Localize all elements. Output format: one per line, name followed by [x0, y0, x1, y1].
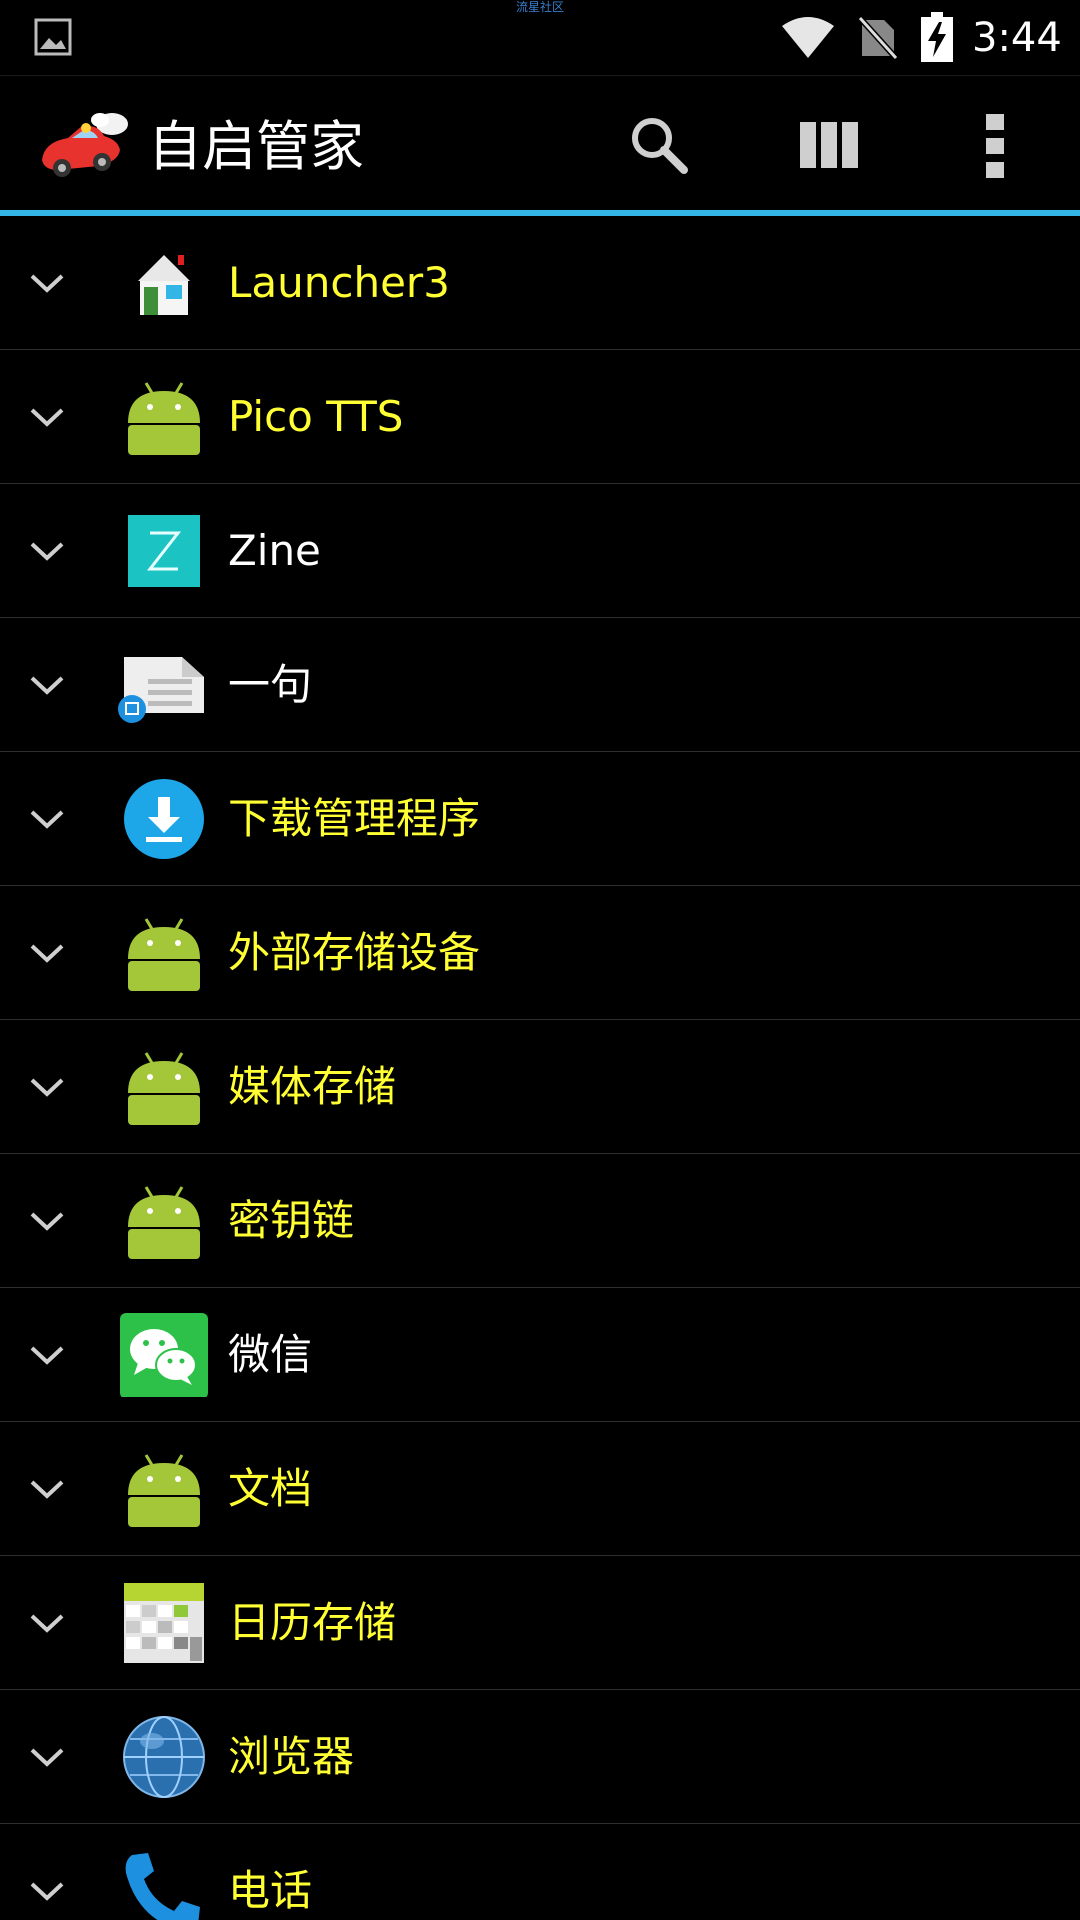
chevron-down-icon[interactable]: [28, 1340, 66, 1370]
app-title: 自启管家: [148, 115, 364, 178]
battery-charging-icon: [921, 12, 953, 62]
android-icon: [128, 1186, 200, 1259]
watermark-text: 流星社区: [515, 0, 564, 14]
list-item[interactable]: 下载管理程序: [0, 752, 1080, 886]
app-list: Launcher3 Pico TTS Zine 一句 下载管理程序 外部存储设备…: [0, 216, 1080, 1920]
app-name: 外部存储设备: [228, 928, 481, 977]
list-item[interactable]: 媒体存储: [0, 1020, 1080, 1154]
app-screen: 流星社区 3:44 自启管家 Launcher3 Pico TTS Zine 一…: [0, 0, 1080, 1920]
list-item[interactable]: Launcher3: [0, 216, 1080, 350]
app-name: 微信: [228, 1330, 313, 1379]
list-item[interactable]: 文档: [0, 1422, 1080, 1556]
list-item[interactable]: 密钥链: [0, 1154, 1080, 1288]
chevron-down-icon[interactable]: [28, 1876, 66, 1906]
app-logo-icon[interactable]: [38, 110, 130, 182]
chevron-down-icon[interactable]: [28, 402, 66, 432]
android-icon: [128, 382, 200, 455]
wechat-icon: [120, 1313, 208, 1397]
launcher3-icon: [138, 255, 190, 315]
chevron-down-icon[interactable]: [28, 268, 66, 298]
calendar-storage-icon: [124, 1583, 204, 1663]
action-bar: 自启管家: [0, 75, 1080, 214]
list-item[interactable]: 微信: [0, 1288, 1080, 1422]
app-name: 下载管理程序: [228, 794, 481, 843]
list-item[interactable]: 一句: [0, 618, 1080, 752]
search-icon[interactable]: [628, 114, 690, 176]
chevron-down-icon[interactable]: [28, 536, 66, 566]
app-name: 媒体存储: [228, 1062, 397, 1111]
no-sim-icon: [858, 15, 898, 60]
chevron-down-icon[interactable]: [28, 1474, 66, 1504]
app-name: 电话: [228, 1866, 313, 1915]
list-item[interactable]: 外部存储设备: [0, 886, 1080, 1020]
columns-icon[interactable]: [800, 120, 858, 170]
gallery-icon: [34, 18, 72, 56]
list-item[interactable]: Pico TTS: [0, 350, 1080, 484]
chevron-down-icon[interactable]: [28, 670, 66, 700]
zine-icon: [128, 515, 200, 587]
phone-icon: [125, 1853, 200, 1920]
chevron-down-icon[interactable]: [28, 1608, 66, 1638]
download-icon: [124, 779, 204, 859]
chevron-down-icon[interactable]: [28, 1742, 66, 1772]
chevron-down-icon[interactable]: [28, 804, 66, 834]
chevron-down-icon[interactable]: [28, 938, 66, 968]
android-icon: [128, 918, 200, 991]
wifi-icon: [782, 17, 834, 58]
browser-globe-icon: [123, 1716, 205, 1798]
overflow-menu-icon[interactable]: [980, 114, 1010, 178]
app-name: Launcher3: [228, 258, 450, 307]
app-name: 一句: [228, 660, 313, 709]
app-name: Pico TTS: [228, 392, 404, 441]
app-name: 浏览器: [228, 1732, 355, 1781]
android-icon: [128, 1052, 200, 1125]
list-item[interactable]: 电话: [0, 1824, 1080, 1920]
list-item[interactable]: 浏览器: [0, 1690, 1080, 1824]
android-icon: [128, 1454, 200, 1527]
status-bar: 流星社区 3:44: [0, 0, 1080, 75]
app-name: Zine: [228, 526, 321, 575]
app-name: 日历存储: [228, 1598, 397, 1647]
chevron-down-icon[interactable]: [28, 1206, 66, 1236]
chevron-down-icon[interactable]: [28, 1072, 66, 1102]
list-item[interactable]: Zine: [0, 484, 1080, 618]
list-item[interactable]: 日历存储: [0, 1556, 1080, 1690]
clock-time: 3:44: [972, 15, 1062, 61]
app-name: 密钥链: [228, 1196, 355, 1245]
app-name: 文档: [228, 1464, 313, 1513]
yiju-icon: [118, 657, 204, 723]
